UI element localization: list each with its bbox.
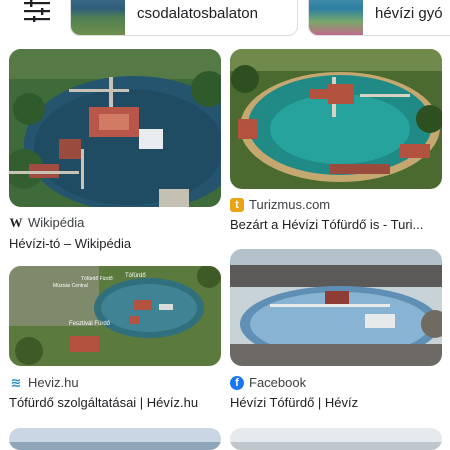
filter-icon[interactable] [22, 0, 52, 22]
result-source-name: Wikipédia [28, 215, 85, 230]
image-label: Múzsás Central [53, 283, 88, 289]
chip-thumbnail [71, 0, 125, 35]
result-card-facebook[interactable]: f Facebook Hévízi Tófürdő | Hévíz [230, 249, 442, 410]
chip-csodalatosbalaton[interactable]: csodalatosbalaton [70, 0, 298, 36]
turizmus-icon: t [230, 197, 244, 212]
result-title[interactable]: Hévízi Tófürdő | Hévíz [230, 395, 442, 410]
chip-hevizi-gyogy[interactable]: hévízi gyó [308, 0, 450, 36]
facebook-icon: f [230, 375, 244, 390]
result-source-name: Turizmus.com [249, 197, 331, 212]
result-title[interactable]: Hévízi-tó – Wikipédia [9, 236, 221, 251]
result-title[interactable]: Bezárt a Hévízi Tófürdő is - Turi... [230, 217, 442, 232]
chip-label: csodalatosbalaton [137, 4, 258, 22]
heviz-icon: ≋ [10, 374, 22, 390]
result-image[interactable] [9, 266, 221, 366]
result-source-name: Heviz.hu [28, 375, 79, 390]
result-image[interactable] [230, 428, 442, 450]
chip-thumbnail [309, 0, 363, 35]
result-source[interactable]: f Facebook [230, 375, 306, 390]
image-label: Tófürdő [125, 273, 146, 279]
result-card-turizmus[interactable]: t Turizmus.com Bezárt a Hévízi Tófürdő i… [230, 49, 442, 232]
result-image[interactable] [230, 249, 442, 366]
result-image[interactable] [230, 49, 442, 189]
related-searches-bar: csodalatosbalaton hévízi gyó [0, 0, 450, 40]
result-source[interactable]: ≋ Heviz.hu [9, 374, 79, 391]
result-card-partial[interactable] [230, 428, 442, 450]
image-label: Tófürdő Fürdő [81, 276, 113, 282]
result-source-name: Facebook [249, 375, 307, 390]
result-card-wikipedia[interactable]: W Wikipédia Hévízi-tó – Wikipédia [9, 49, 221, 251]
wikipedia-icon: W [9, 214, 23, 230]
image-label: Fesztivál Fürdő [69, 321, 111, 327]
result-source[interactable]: W Wikipédia [9, 214, 85, 231]
result-card-partial[interactable] [9, 428, 221, 450]
result-card-heviz[interactable]: Tófürdő Tófürdő Fürdő Múzsás Central Fes… [9, 266, 221, 410]
result-source[interactable]: t Turizmus.com [230, 197, 330, 212]
result-image[interactable] [9, 49, 221, 207]
result-title[interactable]: Tófürdő szolgáltatásai | Hévíz.hu [9, 395, 221, 410]
result-image[interactable] [9, 428, 221, 450]
chip-label: hévízi gyó [375, 4, 443, 22]
